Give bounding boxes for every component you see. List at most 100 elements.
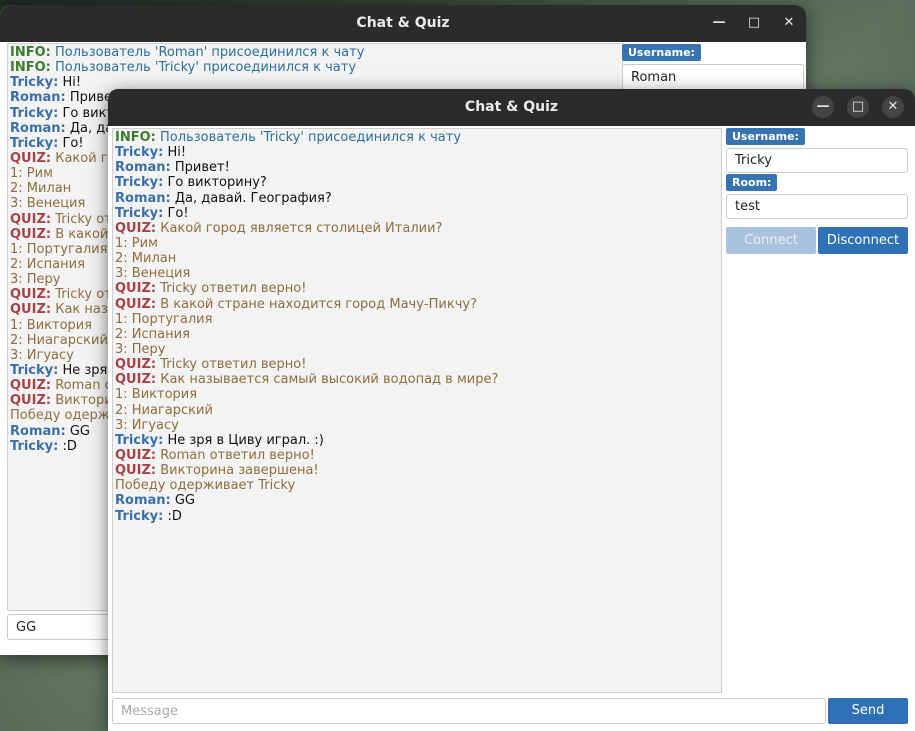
message-text: 2: Ниагарский: [10, 332, 108, 348]
message-text: 3: Венеция: [115, 266, 191, 282]
message-sender: QUIZ:: [10, 226, 52, 242]
room-label: Room:: [726, 174, 778, 191]
message-text: Пользователь 'Tricky' присоединился к ча…: [55, 60, 357, 76]
chat-message: 2: Испания: [115, 327, 719, 342]
message-text: Победу одерживает Tricky: [115, 478, 296, 494]
message-sender: QUIZ:: [115, 296, 157, 312]
front-chat-log[interactable]: INFO: Пользователь 'Tricky' присоединилс…: [112, 128, 722, 693]
close-icon[interactable]: ✕: [882, 96, 904, 118]
message-text: Да, да: [69, 120, 114, 136]
message-text: 1: Португалия: [115, 311, 213, 327]
message-sender: Roman:: [115, 493, 171, 509]
front-window-titlebar[interactable]: Chat & Quiz — □ ✕: [108, 89, 915, 126]
message-sender: QUIZ:: [115, 281, 157, 297]
message-sender: Tricky:: [115, 175, 164, 191]
chat-message: Tricky: Не зря в Циву играл. :): [115, 433, 719, 448]
message-sender: Tricky:: [10, 105, 59, 121]
message-sender: QUIZ:: [115, 220, 157, 236]
message-sender: Roman:: [10, 423, 66, 439]
send-button[interactable]: Send: [828, 698, 908, 724]
message-sender: Tricky:: [115, 205, 164, 221]
chat-message: QUIZ: Викторина завершена!: [115, 463, 719, 478]
message-text: Го викторину?: [167, 175, 267, 191]
chat-message: 3: Перу: [115, 342, 719, 357]
room-field[interactable]: test: [726, 194, 908, 219]
maximize-icon[interactable]: □: [743, 12, 765, 34]
close-icon[interactable]: ✕: [778, 12, 800, 34]
message-placeholder: Message: [121, 703, 178, 719]
chat-message: 3: Венеция: [115, 266, 719, 281]
message-input[interactable]: Message: [112, 698, 826, 724]
message-sender: Tricky:: [115, 508, 164, 524]
message-text: Да, давай. География?: [174, 190, 332, 206]
back-username-field[interactable]: Roman: [622, 64, 804, 90]
message-text: Hi!: [62, 75, 82, 91]
chat-message: Roman: Да, давай. География?: [115, 191, 719, 206]
message-sender: Tricky:: [115, 145, 164, 161]
message-text: 1: Рим: [115, 235, 158, 251]
minimize-icon[interactable]: —: [812, 96, 834, 118]
message-text: 1: Рим: [10, 166, 53, 182]
message-sender: Roman:: [115, 190, 171, 206]
chat-message: QUIZ: Как называется самый высокий водоп…: [115, 372, 719, 387]
message-text: 1: Виктория: [10, 317, 93, 333]
back-message-value: GG: [16, 619, 37, 635]
front-username-value: Tricky: [735, 153, 772, 168]
message-sender: QUIZ:: [10, 211, 52, 227]
chat-message: INFO: Пользователь 'Roman' присоединился…: [10, 45, 620, 60]
message-text: 3: Перу: [10, 272, 61, 288]
message-text: Roman о: [55, 378, 113, 394]
message-sender: Tricky:: [10, 75, 59, 91]
message-text: 2: Милан: [10, 181, 72, 197]
message-text: Не зря: [62, 362, 108, 378]
message-sender: QUIZ:: [10, 393, 52, 409]
message-text: 2: Испания: [115, 326, 190, 342]
message-text: В какой: [55, 226, 109, 242]
chat-message: Roman: Привет!: [115, 160, 719, 175]
chat-message: 1: Португалия: [115, 312, 719, 327]
message-sender: QUIZ:: [115, 463, 157, 479]
message-sender: Roman:: [115, 160, 171, 176]
message-text: Какой го: [55, 150, 116, 166]
front-window-title: Chat & Quiz: [464, 99, 559, 115]
minimize-icon[interactable]: —: [708, 12, 730, 34]
chat-message: INFO: Пользователь 'Tricky' присоединилс…: [115, 130, 719, 145]
chat-message: 2: Ниагарский: [115, 403, 719, 418]
chat-message: Tricky: :D: [115, 509, 719, 524]
chat-message: 3: Игуасу: [115, 418, 719, 433]
message-text: Как наз: [55, 302, 108, 318]
chat-message: QUIZ: Roman ответил верно!: [115, 448, 719, 463]
message-sender: Tricky:: [115, 432, 164, 448]
message-sender: QUIZ:: [115, 372, 157, 388]
back-window-titlebar[interactable]: Chat & Quiz — □ ✕: [0, 5, 806, 42]
message-text: Викторина завершена!: [160, 463, 319, 479]
chat-message: QUIZ: Tricky ответил верно!: [115, 281, 719, 296]
message-text: Пользователь 'Tricky' присоединился к ча…: [160, 130, 462, 145]
chat-message: INFO: Пользователь 'Tricky' присоединилс…: [10, 60, 620, 75]
connect-button[interactable]: Connect: [726, 227, 816, 254]
message-sender: INFO:: [10, 60, 51, 76]
message-text: 3: Перу: [115, 341, 166, 357]
front-username-field[interactable]: Tricky: [726, 148, 908, 173]
maximize-icon[interactable]: □: [847, 96, 869, 118]
message-sender: Roman:: [10, 120, 66, 136]
message-text: Tricky от: [55, 211, 112, 227]
back-username-label: Username:: [622, 44, 701, 61]
chat-message: QUIZ: Tricky ответил верно!: [115, 357, 719, 372]
message-text: 3: Игуасу: [115, 417, 179, 433]
message-text: Tricky ответил верно!: [160, 281, 307, 297]
message-text: GG: [174, 493, 196, 509]
message-text: Приве: [69, 90, 112, 106]
chat-message: 2: Милан: [115, 251, 719, 266]
disconnect-button[interactable]: Disconnect: [818, 227, 908, 254]
message-text: Го викт: [62, 105, 115, 121]
message-text: 1: Виктория: [115, 387, 198, 403]
message-text: Как называется самый высокий водопад в м…: [160, 372, 499, 388]
message-sender: QUIZ:: [10, 287, 52, 303]
message-text: Виктори: [55, 393, 113, 409]
front-chat-window: Chat & Quiz — □ ✕ INFO: Пользователь 'Tr…: [108, 89, 915, 731]
message-text: Пользователь 'Roman' присоединился к чат…: [55, 45, 365, 60]
message-sender: INFO:: [115, 130, 156, 145]
chat-message: Tricky: Hi!: [115, 145, 719, 160]
message-text: Tricky от: [55, 287, 112, 303]
